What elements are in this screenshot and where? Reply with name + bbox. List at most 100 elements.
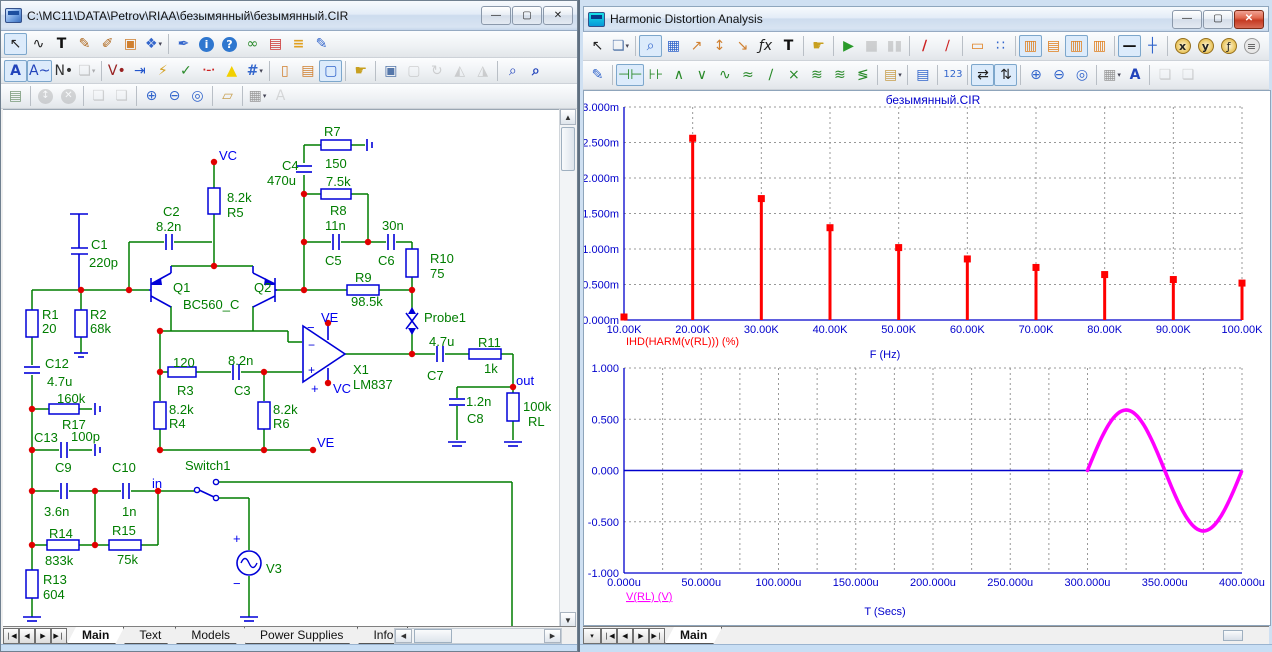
show-node-voltages-icon[interactable]: V• bbox=[105, 60, 128, 82]
maximize-button[interactable]: ▢ bbox=[1203, 10, 1233, 29]
link-icon[interactable]: ∞ bbox=[241, 33, 264, 55]
text-mode-icon[interactable]: T bbox=[50, 33, 73, 55]
image-export-icon[interactable]: ▱ bbox=[216, 85, 239, 107]
data-points-icon[interactable]: ∷ bbox=[989, 35, 1012, 57]
check-document-icon[interactable]: ▤ bbox=[264, 33, 287, 55]
vertical-scroll-thumb[interactable] bbox=[561, 127, 575, 171]
formula-text-icon[interactable]: ƒx bbox=[754, 35, 777, 57]
first-page-button[interactable]: ❘◀ bbox=[3, 628, 19, 644]
global-high-icon[interactable]: ≋ bbox=[805, 64, 828, 86]
info-page-icon[interactable]: ▤ bbox=[4, 85, 27, 107]
zoom-in-icon[interactable]: ⊕ bbox=[1024, 64, 1047, 86]
zoom-100-icon[interactable]: ◎ bbox=[1070, 64, 1093, 86]
last-page-button[interactable]: ▶❘ bbox=[649, 628, 665, 644]
tab-text[interactable]: Text bbox=[124, 627, 176, 644]
analysis-plot-area[interactable]: безымянный.CIR3.000m2.500m2.000m1.500m1.… bbox=[583, 90, 1271, 626]
x-values-icon[interactable]: x bbox=[1171, 35, 1194, 57]
scale-x-icon[interactable]: ↗ bbox=[685, 35, 708, 57]
select-region-mode-icon[interactable]: ▢ bbox=[319, 60, 342, 82]
page-settings-icon[interactable]: ▤ bbox=[296, 60, 319, 82]
run-icon[interactable]: ▶ bbox=[837, 35, 860, 57]
maximize-button[interactable]: ▢ bbox=[512, 6, 542, 25]
find-component-icon[interactable]: ⌕ bbox=[501, 60, 524, 82]
zoom-out-icon[interactable]: ⊖ bbox=[1047, 64, 1070, 86]
show-power-icon[interactable]: ⚡ bbox=[151, 60, 174, 82]
cursor-stripes-1-icon[interactable]: ▥ bbox=[1019, 35, 1042, 57]
show-currents-icon[interactable]: ⇥ bbox=[128, 60, 151, 82]
tab-models[interactable]: Models bbox=[176, 627, 245, 644]
picture-mode-icon[interactable]: ▣ bbox=[119, 33, 142, 55]
same-scales-icon[interactable]: ⇅ bbox=[994, 64, 1017, 86]
show-node-numbers-icon[interactable]: N• bbox=[52, 60, 75, 82]
previous-page-button[interactable]: ◀ bbox=[617, 628, 633, 644]
close-button[interactable]: ✕ bbox=[543, 6, 573, 25]
scroll-left-button[interactable]: ◀ bbox=[395, 629, 412, 643]
paste-icon[interactable]: ▤▾ bbox=[881, 64, 904, 86]
cursor-stripes-2-icon[interactable]: ▤ bbox=[1042, 35, 1065, 57]
analysis-titlebar[interactable]: Harmonic Distortion Analysis —▢✕ bbox=[583, 6, 1269, 32]
peak-icon[interactable]: ∧ bbox=[667, 64, 690, 86]
scale-mode-icon[interactable]: ⌕ bbox=[639, 35, 662, 57]
slope-icon[interactable]: ∕ bbox=[759, 64, 782, 86]
tab-main[interactable]: Main bbox=[67, 627, 124, 644]
font-icon[interactable]: A bbox=[1123, 64, 1146, 86]
component-menu-icon[interactable]: ❖▾ bbox=[142, 33, 165, 55]
plot-list-dropdown[interactable]: ▾ bbox=[583, 628, 601, 644]
schematic-vertical-scrollbar[interactable]: ▲ ▼ bbox=[559, 109, 576, 628]
formula-values-icon[interactable]: ƒ bbox=[1217, 35, 1240, 57]
horizontal-scroll-thumb[interactable] bbox=[414, 629, 452, 643]
probe-tool-icon[interactable]: ✒ bbox=[172, 33, 195, 55]
transform-box-icon[interactable]: ▣ bbox=[379, 60, 402, 82]
split-view-icon[interactable]: ▦▾ bbox=[246, 85, 269, 107]
schematic-horizontal-scrollbar[interactable]: ◀ ▶ bbox=[394, 628, 562, 644]
negative-slope-cursor-icon[interactable]: ∕ bbox=[936, 35, 959, 57]
previous-page-button[interactable]: ◀ bbox=[19, 628, 35, 644]
schematic-titlebar[interactable]: C:\MC11\DATA\Petrov\RIAA\безымянный\безы… bbox=[1, 1, 577, 31]
tracker-icon[interactable]: ┼ bbox=[1141, 35, 1164, 57]
edit-document-icon[interactable]: ✎ bbox=[310, 33, 333, 55]
show-warnings-icon[interactable]: ▲ bbox=[220, 60, 243, 82]
analysis-limits-icon[interactable]: ✎ bbox=[586, 64, 609, 86]
wave-stats-icon[interactable]: ≶ bbox=[851, 64, 874, 86]
y-values-icon[interactable]: y bbox=[1194, 35, 1217, 57]
go-to-point-icon[interactable]: ⊦⊦ bbox=[644, 64, 667, 86]
minimize-button[interactable]: — bbox=[481, 6, 511, 25]
line-mode-icon[interactable]: ✎ bbox=[73, 33, 96, 55]
valley-icon[interactable]: ∨ bbox=[690, 64, 713, 86]
numeric-output-icon[interactable]: ▤ bbox=[911, 64, 934, 86]
properties-icon[interactable]: ☛ bbox=[349, 60, 372, 82]
show-pin-connections-icon[interactable]: ·–· bbox=[197, 60, 220, 82]
info-icon[interactable]: i bbox=[195, 33, 218, 55]
help-icon[interactable]: ? bbox=[218, 33, 241, 55]
scale-y-icon[interactable]: ↕ bbox=[708, 35, 731, 57]
show-attribute-text-icon[interactable]: A bbox=[4, 60, 27, 82]
text-mode-icon[interactable]: T bbox=[777, 35, 800, 57]
zoom-region-icon[interactable]: ▭ bbox=[966, 35, 989, 57]
state-variables-icon[interactable]: 123 bbox=[941, 64, 964, 86]
low-icon[interactable]: ≈ bbox=[736, 64, 759, 86]
align-cursors-icon[interactable]: ⇄ bbox=[971, 64, 994, 86]
wire-mode-icon[interactable]: ∿ bbox=[27, 33, 50, 55]
grid-icon[interactable]: #▾ bbox=[243, 60, 266, 82]
select-tool-icon[interactable]: ↖ bbox=[586, 35, 609, 57]
inflection-icon[interactable]: × bbox=[782, 64, 805, 86]
scroll-right-button[interactable]: ▶ bbox=[544, 629, 561, 643]
plot-scrollbar-thumb[interactable] bbox=[1223, 630, 1243, 641]
scroll-up-button[interactable]: ▲ bbox=[560, 109, 576, 125]
high-icon[interactable]: ∿ bbox=[713, 64, 736, 86]
show-conditions-icon[interactable]: ✓ bbox=[174, 60, 197, 82]
graph-grid-icon[interactable]: ▦ bbox=[662, 35, 685, 57]
cursor-stripes-3-icon[interactable]: ▥ bbox=[1065, 35, 1088, 57]
list-values-icon[interactable]: ≡ bbox=[1240, 35, 1263, 57]
minimize-button[interactable]: — bbox=[1172, 10, 1202, 29]
positive-slope-cursor-icon[interactable]: ∕ bbox=[913, 35, 936, 57]
new-page-icon[interactable]: ▯ bbox=[273, 60, 296, 82]
zoom-out-icon[interactable]: ⊖ bbox=[163, 85, 186, 107]
show-attribute-values-icon[interactable]: A~ bbox=[27, 60, 52, 82]
horizontal-cursor-icon[interactable]: ⊣⊢ bbox=[616, 64, 644, 86]
next-page-button[interactable]: ▶ bbox=[35, 628, 51, 644]
flag-mode-icon[interactable]: ✐ bbox=[96, 33, 119, 55]
global-low-icon[interactable]: ≋ bbox=[828, 64, 851, 86]
first-page-button[interactable]: ❘◀ bbox=[601, 628, 617, 644]
zoom-100-icon[interactable]: ◎ bbox=[186, 85, 209, 107]
